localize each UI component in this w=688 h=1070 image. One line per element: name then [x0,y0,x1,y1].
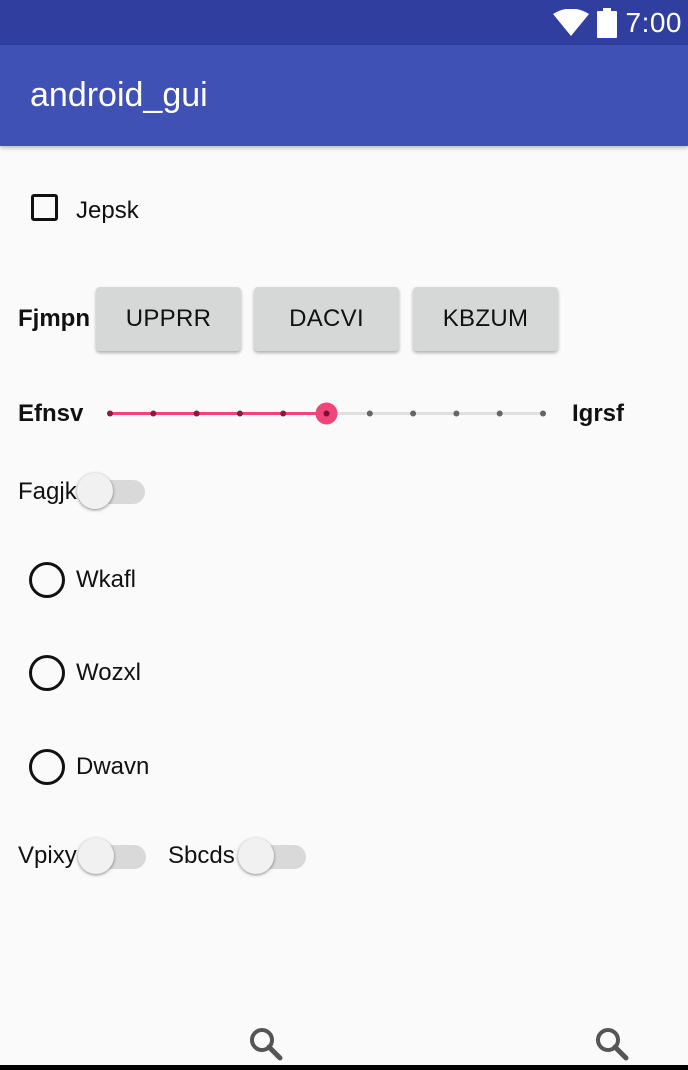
vpixy-switch[interactable] [78,837,146,877]
switch-fagjk-label: Fagjk [18,478,77,505]
switch-thumb [77,473,113,509]
slider-left-label: Efnsv [18,400,84,427]
radio-label: Wozxl [76,659,141,686]
slider-tick [236,410,243,417]
search-icon[interactable] [594,1026,630,1062]
button-row-label: Fjmpn [18,305,90,332]
slider-thumb-dot [323,410,330,417]
checkbox-label: Jepsk [76,197,139,224]
fagjk-switch[interactable] [77,472,145,512]
slider-tick [410,410,417,417]
radio-label: Wkafl [76,566,136,593]
status-bar: 7:00 [0,0,688,45]
discrete-slider[interactable] [100,398,556,430]
slider-right-label: Igrsf [572,400,625,427]
battery-icon [597,8,617,38]
app-bar: android_gui [0,45,688,146]
slider-tick [453,410,460,417]
slider-tick [150,410,157,417]
dwavn-radio[interactable] [29,749,65,785]
jepsk-checkbox[interactable] [31,194,58,221]
radio-label: Dwavn [76,753,150,780]
switch-sbcds-label: Sbcds [168,842,235,869]
dacvi-button[interactable]: DACVI [254,287,399,351]
switch-vpixy-label: Vpixy [18,842,77,869]
search-icon[interactable] [248,1026,284,1062]
slider-tick [107,410,113,417]
slider-tick [496,410,503,417]
slider-tick [366,410,373,417]
slider-tick [540,410,546,417]
slider-active-track [110,412,327,415]
slider-tick [193,410,200,417]
upprr-button[interactable]: UPPRR [96,287,241,351]
sbcds-switch[interactable] [238,837,306,877]
switch-thumb [238,838,274,874]
status-time: 7:00 [625,7,682,38]
bottom-edge [0,1065,688,1070]
slider-tick [280,410,287,417]
app-title: android_gui [30,76,208,114]
wozxl-radio[interactable] [29,655,65,691]
kbzum-button[interactable]: KBZUM [413,287,558,351]
wifi-icon [553,9,589,36]
switch-thumb [78,838,114,874]
wkafl-radio[interactable] [29,562,65,598]
